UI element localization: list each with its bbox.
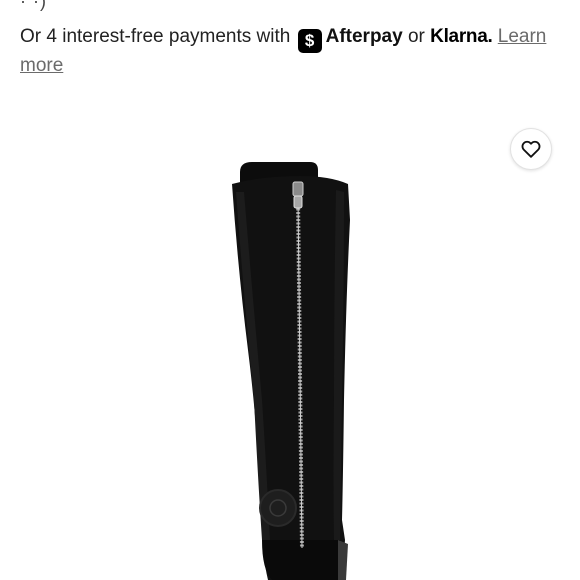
boot-sole-edge (338, 540, 348, 580)
or-text: or (407, 26, 425, 47)
installment-payments-line: Or 4 interest-free payments with $ Afterp… (20, 24, 560, 79)
ankle-patch (259, 489, 297, 527)
product-image[interactable] (0, 100, 580, 580)
heart-outline-icon (521, 140, 541, 158)
klarna-label: Klarna. (430, 26, 493, 47)
favorite-button[interactable] (510, 128, 552, 170)
payments-prefix: Or 4 interest-free payments with (20, 26, 291, 47)
cut-off-text: · ·) (20, 0, 47, 11)
product-page: · ·) Or 4 interest-free payments with $ A… (0, 0, 580, 580)
zipper-pull (292, 181, 304, 197)
zipper-slider (293, 195, 303, 209)
afterpay-logo-icon: $ (297, 29, 322, 53)
afterpay-label: Afterpay (325, 26, 403, 47)
